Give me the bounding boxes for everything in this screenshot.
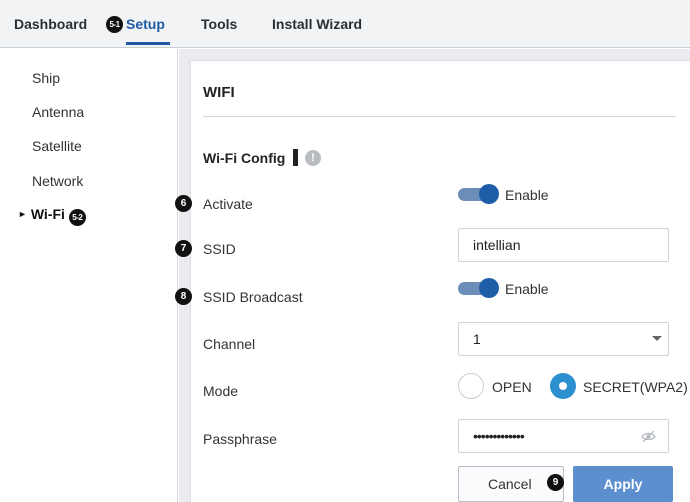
nav-install-wizard[interactable]: Install Wizard: [272, 16, 362, 32]
mode-radio-secret[interactable]: [550, 373, 576, 399]
callout-badge-6: 6: [175, 195, 192, 212]
cancel-button-label: Cancel: [488, 476, 532, 492]
chevron-down-icon: [652, 336, 662, 341]
sidebar-item-wifi[interactable]: ► Wi-Fi 5-2: [18, 206, 86, 226]
callout-badge-7: 7: [175, 240, 192, 257]
activate-label: Activate: [203, 196, 253, 212]
callout-badge-8: 8: [175, 288, 192, 305]
callout-badge-5-2: 5-2: [68, 209, 86, 226]
apply-button[interactable]: Apply: [573, 466, 673, 502]
nav-tools[interactable]: Tools: [201, 16, 237, 32]
nav-dashboard[interactable]: Dashboard: [14, 16, 87, 32]
nav-setup[interactable]: Setup: [126, 16, 165, 32]
section-title: Wi-Fi Config: [203, 150, 286, 166]
mode-label: Mode: [203, 383, 239, 399]
mode-radio-open[interactable]: [458, 373, 484, 399]
divider: [203, 116, 676, 117]
passphrase-label: Passphrase: [203, 431, 277, 447]
channel-label: Channel: [203, 336, 256, 352]
active-tab-indicator: [126, 42, 170, 45]
toggle-knob: [479, 278, 499, 298]
channel-select[interactable]: 1: [458, 322, 669, 356]
sidebar-item-antenna[interactable]: Antenna: [32, 104, 84, 120]
ssid-broadcast-toggle-label: Enable: [505, 281, 549, 297]
sidebar-item-network[interactable]: Network: [32, 173, 83, 189]
sidebar: Ship Antenna Satellite Network ► Wi-Fi 5…: [0, 49, 178, 502]
ssid-label: SSID: [203, 241, 236, 257]
passphrase-value: •••••••••••••: [473, 428, 525, 444]
ssid-broadcast-toggle[interactable]: [458, 278, 499, 298]
sidebar-item-satellite[interactable]: Satellite: [32, 138, 82, 154]
activate-toggle[interactable]: [458, 184, 499, 204]
top-nav: Dashboard 5-1 Setup Tools Install Wizard: [0, 0, 690, 48]
active-marker-icon: ►: [18, 209, 27, 219]
ssid-broadcast-label: SSID Broadcast: [203, 289, 303, 305]
panel-title: WIFI: [203, 84, 235, 101]
info-icon[interactable]: !: [305, 150, 321, 166]
eye-off-icon[interactable]: [641, 430, 656, 443]
channel-value: 1: [473, 331, 481, 347]
ssid-input[interactable]: intellian: [458, 228, 669, 262]
activate-toggle-label: Enable: [505, 187, 549, 203]
sidebar-item-ship[interactable]: Ship: [32, 70, 60, 86]
callout-badge-9: 9: [547, 474, 564, 491]
mode-option-secret-label: SECRET(WPA2): [583, 379, 688, 395]
passphrase-input[interactable]: •••••••••••••: [458, 419, 669, 453]
callout-badge-5-1: 5-1: [106, 16, 123, 33]
section-bar: [293, 149, 298, 166]
sidebar-item-label: Wi-Fi: [30, 206, 65, 222]
toggle-knob: [479, 184, 499, 204]
mode-option-open-label: OPEN: [492, 379, 532, 395]
